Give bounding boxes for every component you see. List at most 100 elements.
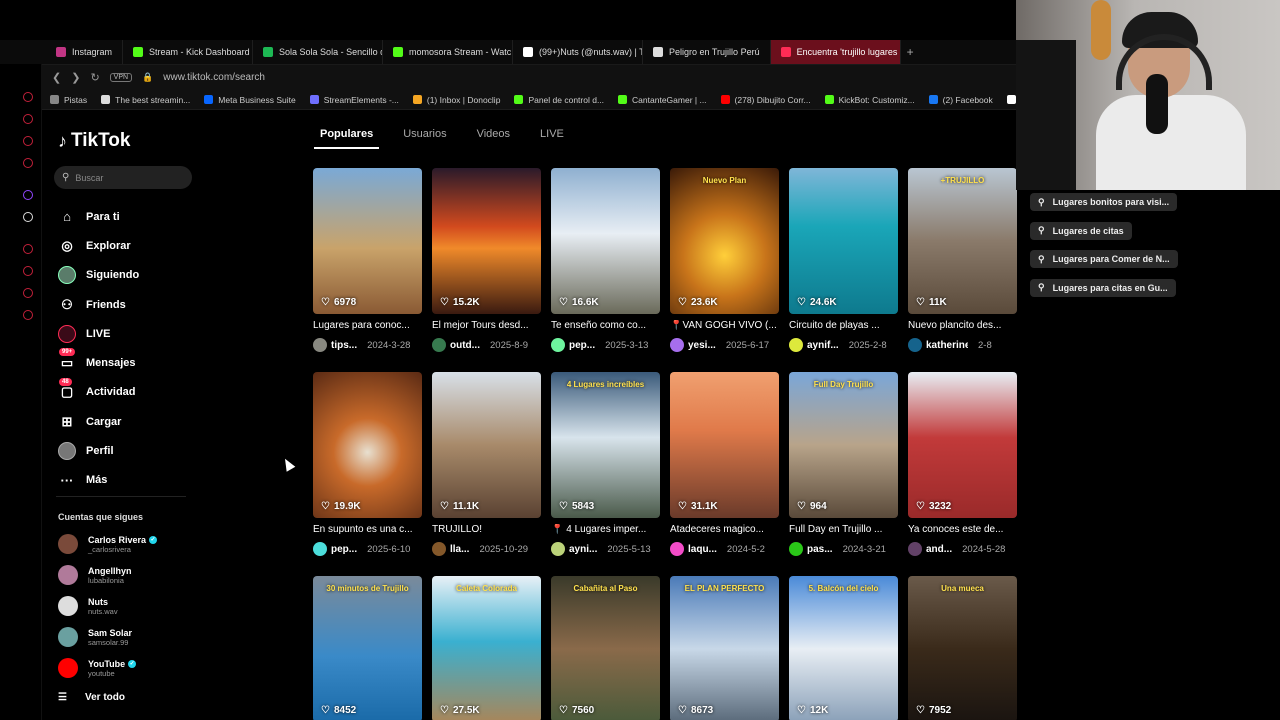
nav-item-live[interactable]: LIVE	[58, 319, 218, 348]
bookmark[interactable]: (2) Facebook	[928, 95, 993, 105]
nav-item-mensajes[interactable]: ▭ 99+ Mensajes	[58, 348, 218, 377]
nav-item-parati[interactable]: ⌂ Para ti	[58, 202, 218, 231]
video-title[interactable]: Ya conoces este de...	[908, 524, 1017, 535]
bookmark[interactable]: The best streamin...	[101, 95, 190, 105]
bookmark[interactable]: Panel de control d...	[514, 95, 604, 105]
video-card[interactable]: EL PLAN PERFECTO ♡ 8673	[670, 576, 779, 720]
creator-name[interactable]: pep...	[331, 544, 357, 555]
nav-item-friends[interactable]: ⚇ Friends	[58, 290, 218, 319]
video-thumbnail[interactable]: ♡ 6978	[313, 168, 422, 314]
browser-tab[interactable]: Stream - Kick Dashboard	[123, 40, 254, 64]
video-title[interactable]: Atadeceres magico...	[670, 524, 779, 535]
tab-live[interactable]: LIVE	[540, 128, 564, 146]
video-thumbnail[interactable]: Full Day Trujillo ♡ 964	[789, 372, 898, 518]
followed-account[interactable]: Sam Solar samsolar.99	[58, 627, 132, 647]
video-title[interactable]: 📍 4 Lugares imper...	[551, 524, 660, 535]
creator-name[interactable]: ayni...	[569, 544, 597, 555]
creator-name[interactable]: lla...	[450, 544, 469, 555]
bookmark[interactable]: CantanteGamer | ...	[618, 95, 707, 105]
video-card[interactable]: Caleta Colorada ♡ 27.5K	[432, 576, 541, 720]
settings-icon[interactable]	[23, 310, 33, 320]
video-card[interactable]: ♡ 15.2K El mejor Tours desd... outd... 2025-…	[432, 168, 541, 352]
video-card[interactable]: 4 Lugares increíbles ♡ 5843 📍 4 Lugares imp…	[551, 372, 660, 556]
reload-icon[interactable]: ↻	[90, 71, 99, 84]
video-thumbnail[interactable]: ♡ 15.2K	[432, 168, 541, 314]
creator-name[interactable]: yesi...	[688, 340, 716, 351]
video-card[interactable]: ♡ 19.9K En supunto es una c... pep... 2025-6…	[313, 372, 422, 556]
rail-icon[interactable]	[23, 288, 33, 298]
video-card[interactable]: 5. Balcón del cielo ♡ 12K	[789, 576, 898, 720]
creator-name[interactable]: tips...	[331, 340, 357, 351]
video-thumbnail[interactable]: ♡ 24.6K	[789, 168, 898, 314]
video-thumbnail[interactable]: ♡ 3232	[908, 372, 1017, 518]
video-title[interactable]: 📍VAN GOGH VIVO (...	[670, 320, 779, 331]
suggestion-chip[interactable]: ⚲ Lugares para citas en Gu...	[1030, 278, 1176, 297]
browser-tab[interactable]: Encuentra 'trujillo lugares ...	[770, 40, 901, 64]
tab-videos[interactable]: Videos	[477, 128, 510, 146]
video-title[interactable]: El mejor Tours desd...	[432, 320, 541, 331]
bookmark[interactable]: Meta Business Suite	[204, 95, 296, 105]
suggestion-chip[interactable]: ⚲ Lugares para Comer de N...	[1030, 250, 1178, 268]
video-card[interactable]: Una mueca ♡ 7952	[908, 576, 1017, 720]
video-thumbnail[interactable]: Caleta Colorada ♡ 27.5K	[432, 576, 541, 720]
see-all-button[interactable]: ☰ Ver todo	[58, 692, 125, 703]
video-title[interactable]: Te enseño como co...	[551, 320, 660, 331]
nav-item-perfil[interactable]: Perfil	[58, 436, 218, 465]
rail-icon[interactable]	[23, 244, 33, 254]
rail-icon[interactable]	[23, 136, 33, 146]
x-icon[interactable]	[23, 212, 33, 222]
suggestion-chip[interactable]: ⚲ Lugares de citas	[1030, 221, 1132, 240]
video-card[interactable]: ♡ 24.6K Circuito de playas ... aynif... 2025…	[789, 168, 898, 352]
bookmark[interactable]: KickBot: Customiz...	[824, 95, 915, 105]
video-title[interactable]: TRUJILLO!	[432, 524, 541, 535]
browser-tab[interactable]: Peligro en Trujillo Perú	[643, 40, 771, 64]
tab-populares[interactable]: Populares	[313, 128, 380, 149]
video-card[interactable]: Nuevo Plan ♡ 23.6K 📍VAN GOGH VIVO (... yesi.…	[670, 168, 779, 352]
vpn-badge[interactable]: VPN	[109, 73, 133, 82]
video-card[interactable]: ♡ 6978 Lugares para conoc... tips... 2024-3-…	[313, 168, 422, 352]
forward-icon[interactable]: ❯	[71, 71, 80, 84]
video-card[interactable]: ♡ 31.1K Atadeceres magico... laqu... 2024-5-…	[670, 372, 779, 556]
search-box[interactable]: ⚲	[54, 166, 192, 189]
video-thumbnail[interactable]: ♡ 16.6K	[551, 168, 660, 314]
bookmark[interactable]: Fre	[1006, 95, 1016, 105]
url-field[interactable]: www.tiktok.com/search	[163, 72, 265, 83]
video-thumbnail[interactable]: ♡ 19.9K	[313, 372, 422, 518]
new-tab-button[interactable]: +	[901, 45, 920, 59]
bookmark[interactable]: (1) Inbox | Donoclip	[412, 95, 500, 105]
nav-item-ms[interactable]: ··· Más	[58, 466, 218, 495]
rail-icon[interactable]	[23, 92, 33, 102]
video-card[interactable]: +TRUJILLO ♡ 11K Nuevo plancito des... kather…	[908, 168, 1017, 352]
creator-name[interactable]: laqu...	[688, 544, 717, 555]
creator-name[interactable]: pep...	[569, 340, 595, 351]
creator-name[interactable]: outd...	[450, 340, 480, 351]
video-card[interactable]: Full Day Trujillo ♡ 964 Full Day en Trujill…	[789, 372, 898, 556]
video-card[interactable]: Cabañita al Paso ♡ 7560	[551, 576, 660, 720]
rail-icon[interactable]	[23, 114, 33, 124]
video-thumbnail[interactable]: Nuevo Plan ♡ 23.6K	[670, 168, 779, 314]
bookmark[interactable]: StreamElements -...	[309, 95, 399, 105]
browser-tab[interactable]: momosora Stream - Watc	[383, 40, 514, 64]
browser-tab[interactable]: (99+)Nuts (@nuts.wav) | T	[513, 40, 644, 64]
video-title[interactable]: Full Day en Trujillo ...	[789, 524, 898, 535]
video-card[interactable]: ♡ 3232 Ya conoces este de... and... 2024-5-2…	[908, 372, 1017, 556]
suggestion-chip[interactable]: ⚲ Lugares bonitos para visi...	[1030, 193, 1178, 211]
followed-account[interactable]: YouTube ✓ youtube	[58, 658, 137, 678]
browser-tab[interactable]: Instagram	[46, 40, 124, 64]
video-title[interactable]: Nuevo plancito des...	[908, 320, 1017, 331]
video-thumbnail[interactable]: 5. Balcón del cielo ♡ 12K	[789, 576, 898, 720]
tiktok-logo[interactable]: ♪ TikTok	[58, 130, 130, 152]
nav-item-siguiendo[interactable]: Siguiendo	[58, 261, 218, 290]
video-thumbnail[interactable]: EL PLAN PERFECTO ♡ 8673	[670, 576, 779, 720]
tab-usuarios[interactable]: Usuarios	[403, 128, 446, 146]
nav-item-actividad[interactable]: ▢ 48 Actividad	[58, 377, 218, 407]
creator-name[interactable]: and...	[926, 544, 952, 555]
video-thumbnail[interactable]: 30 minutos de Trujillo ♡ 8452	[313, 576, 422, 720]
followed-account[interactable]: Nuts nuts.wav	[58, 596, 118, 616]
video-card[interactable]: ♡ 11.1K TRUJILLO! lla... 2025-10-29	[432, 372, 541, 556]
video-thumbnail[interactable]: Cabañita al Paso ♡ 7560	[551, 576, 660, 720]
browser-tab[interactable]: Sola Sola Sola - Sencillo d	[253, 40, 384, 64]
followed-account[interactable]: Angellhyn lubabilonia	[58, 565, 132, 585]
creator-name[interactable]: pas...	[807, 544, 833, 555]
twitch-icon[interactable]	[23, 190, 33, 200]
